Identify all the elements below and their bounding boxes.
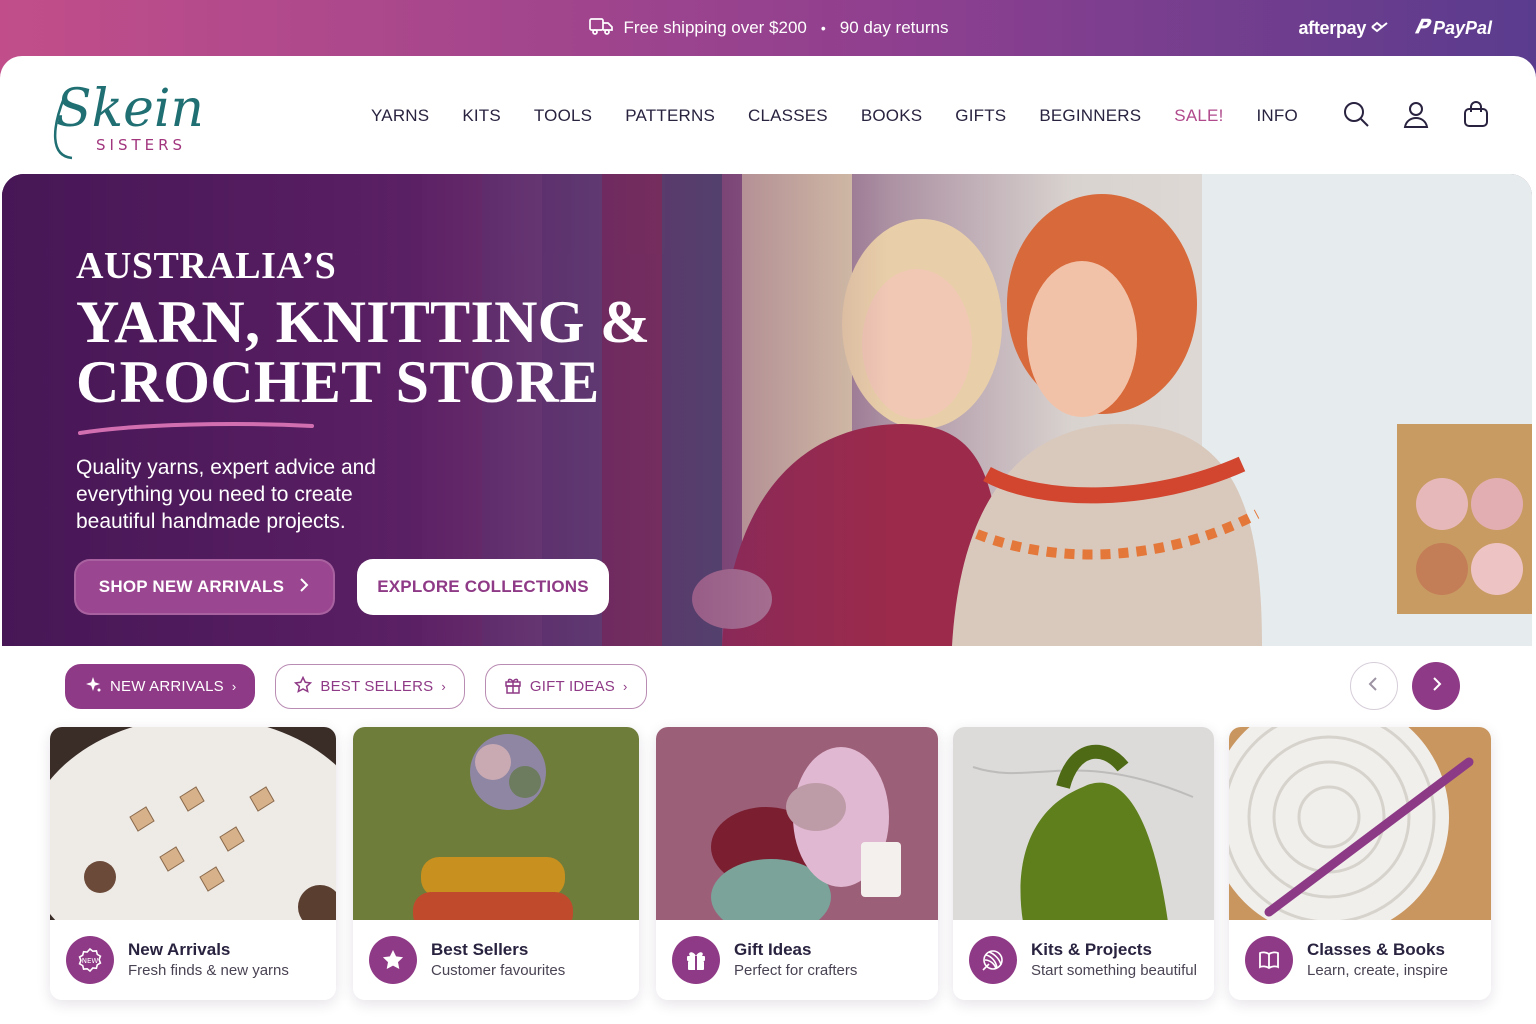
card-new-arrivals-body: NEW New Arrivals Fresh finds & new yarns (50, 920, 336, 1000)
gift-outline-icon (504, 676, 522, 698)
card-subtitle: Learn, create, inspire (1307, 962, 1448, 979)
hero-cta-group: SHOP NEW ARRIVALS EXPLORE COLLECTIONS (74, 559, 609, 615)
shipping-text: Free shipping over $200 (623, 18, 807, 37)
chevron-right-icon: › (441, 679, 446, 694)
truck-icon (588, 16, 614, 41)
svg-text:NEW: NEW (82, 957, 99, 965)
carousel-controls (1350, 662, 1460, 710)
chip-best-sellers[interactable]: BEST SELLERS › (275, 664, 465, 709)
nav-gifts[interactable]: GIFTS (955, 106, 1006, 126)
explore-collections-label: EXPLORE COLLECTIONS (377, 577, 589, 596)
afterpay-label: afterpay (1298, 17, 1367, 38)
chip-new-arrivals-label: NEW ARRIVALS (110, 678, 224, 695)
carousel-prev-button[interactable] (1350, 662, 1398, 710)
chevron-right-icon: › (231, 679, 237, 694)
star-outline-icon (294, 675, 313, 698)
card-subtitle: Perfect for crafters (734, 962, 858, 979)
hero-title: YARN, KNITTING & CROCHET STORE (76, 292, 650, 412)
gift-icon (672, 936, 720, 984)
card-classes-books-body: Classes & Books Learn, create, inspire (1229, 920, 1491, 1000)
nav-books[interactable]: BOOKS (861, 106, 922, 126)
header-actions (1342, 100, 1490, 128)
paypal-p-icon: 𝑷 (1415, 17, 1428, 38)
yarn-stack-photo (353, 727, 639, 922)
stitch-markers-photo (50, 727, 336, 922)
chip-gift-ideas-label: GIFT IDEAS (529, 678, 615, 695)
card-subtitle: Start something beautiful (1031, 962, 1197, 979)
card-title: Kits & Projects (1031, 940, 1152, 959)
account-icon[interactable] (1402, 100, 1430, 128)
yarn-skeins-photo (656, 727, 938, 922)
sparkle-icon (84, 676, 102, 698)
cart-icon[interactable] (1462, 100, 1490, 128)
nav-kits[interactable]: KITS (462, 106, 501, 126)
promo-bar: Free shipping over $200 • 90 day returns… (0, 0, 1536, 56)
star-icon (369, 936, 417, 984)
yarn-ball-icon (969, 936, 1017, 984)
card-subtitle: Customer favourites (431, 962, 566, 979)
hero-title-line-2: CROCHET STORE (76, 349, 600, 415)
card-best-sellers[interactable]: Best Sellers Customer favourites (353, 727, 639, 1000)
card-gift-ideas[interactable]: Gift Ideas Perfect for crafters (656, 727, 938, 1000)
skein-sisters-logo[interactable]: Skein SISTERS (50, 68, 204, 164)
main-page: Skein SISTERS YARNS KITS TOOLS PATTERNS … (0, 56, 1536, 1024)
returns-text: 90 day returns (839, 18, 949, 37)
shop-new-arrivals-button[interactable]: SHOP NEW ARRIVALS (74, 559, 335, 615)
main-nav: YARNS KITS TOOLS PATTERNS CLASSES BOOKS … (371, 106, 1331, 126)
card-title: Gift Ideas (734, 940, 812, 959)
card-title: Classes & Books (1307, 940, 1445, 959)
card-classes-books[interactable]: Classes & Books Learn, create, inspire (1229, 727, 1491, 1000)
card-kits-projects[interactable]: Kits & Projects Start something beautifu… (953, 727, 1214, 1000)
hero-kicker: AUSTRALIA’S (76, 245, 337, 287)
logo-caps-text: SISTERS (96, 136, 186, 154)
card-title: Best Sellers (431, 940, 529, 959)
nav-yarns[interactable]: YARNS (371, 106, 429, 126)
nav-beginners[interactable]: BEGINNERS (1039, 106, 1141, 126)
chevron-left-icon (1365, 675, 1383, 698)
promo-message: Free shipping over $200 • 90 day returns (588, 16, 949, 41)
afterpay-logo: afterpay (1298, 18, 1391, 39)
paypal-label: PayPal (1432, 17, 1492, 38)
hero-subtitle: Quality yarns, expert advice and everyth… (76, 456, 376, 533)
chevron-right-icon: › (622, 679, 628, 694)
nav-classes[interactable]: CLASSES (748, 106, 828, 126)
chevron-right-icon (1427, 675, 1445, 698)
project-bag-photo (953, 727, 1214, 922)
nav-sale[interactable]: SALE! (1174, 106, 1223, 126)
card-title: New Arrivals (128, 940, 231, 959)
carousel-next-button[interactable] (1412, 662, 1460, 710)
card-gift-ideas-body: Gift Ideas Perfect for crafters (656, 920, 938, 1000)
hero-banner: AUSTRALIA’S YARN, KNITTING & CROCHET STO… (2, 174, 1532, 646)
paypal-logo: 𝑷 PayPal (1415, 17, 1492, 39)
card-kits-projects-body: Kits & Projects Start something beautifu… (953, 920, 1214, 1000)
card-subtitle: Fresh finds & new yarns (128, 962, 289, 979)
payment-logos: afterpay 𝑷 PayPal (1298, 0, 1492, 56)
book-icon (1245, 936, 1293, 984)
nav-info[interactable]: INFO (1257, 106, 1298, 126)
chip-gift-ideas[interactable]: GIFT IDEAS › (484, 664, 647, 709)
nav-tools[interactable]: TOOLS (534, 106, 592, 126)
hero-title-line-1: YARN, KNITTING & (76, 289, 651, 355)
chip-new-arrivals[interactable]: NEW ARRIVALS › (65, 664, 256, 709)
afterpay-loop-icon (1369, 18, 1391, 39)
card-new-arrivals[interactable]: NEW New Arrivals Fresh finds & new yarns (50, 727, 336, 1000)
logo-script-text: Skein (56, 79, 200, 139)
chip-best-sellers-label: BEST SELLERS (320, 678, 434, 695)
explore-collections-button[interactable]: EXPLORE COLLECTIONS (357, 559, 609, 615)
hero-copy: AUSTRALIA’S YARN, KNITTING & CROCHET STO… (76, 244, 650, 535)
new-badge-icon: NEW (66, 936, 114, 984)
crochet-hook-photo (1229, 727, 1491, 922)
nav-patterns[interactable]: PATTERNS (625, 106, 715, 126)
site-header: Skein SISTERS YARNS KITS TOOLS PATTERNS … (0, 56, 1536, 174)
collection-chips: NEW ARRIVALS › BEST SELLERS › GIFT IDEAS… (65, 664, 647, 709)
card-best-sellers-body: Best Sellers Customer favourites (353, 920, 639, 1000)
promo-separator: • (820, 20, 826, 36)
shop-new-arrivals-label: SHOP NEW ARRIVALS (98, 577, 285, 596)
hero-swash-decoration (76, 422, 316, 436)
search-icon[interactable] (1342, 100, 1370, 128)
chevron-right-icon (298, 577, 310, 598)
